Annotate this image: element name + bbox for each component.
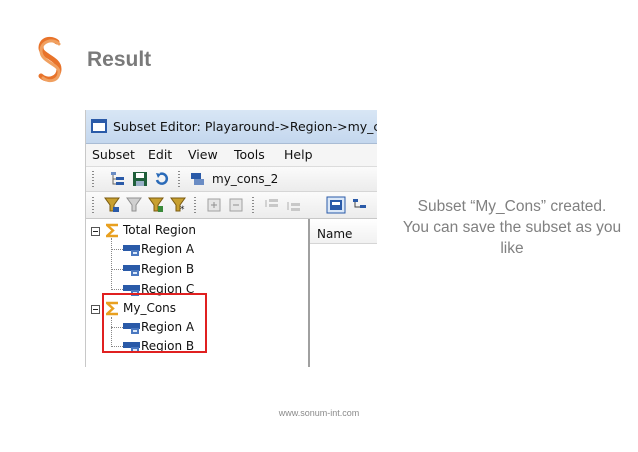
expand-icon[interactable] bbox=[206, 197, 222, 213]
menu-tools[interactable]: Tools bbox=[234, 147, 265, 162]
toolbar-grip[interactable] bbox=[252, 197, 254, 213]
window-titlebar: Subset Editor: Playaround->Region->my_co… bbox=[86, 110, 377, 144]
toolbar-grip[interactable] bbox=[194, 197, 196, 213]
element-icon bbox=[123, 245, 140, 256]
tree-node-label: Region A bbox=[141, 242, 195, 256]
caption-line: You can save the subset as you bbox=[402, 219, 622, 236]
tree-node-region-a[interactable]: Region A bbox=[86, 241, 306, 259]
refresh-icon[interactable] bbox=[154, 171, 170, 187]
tree-node-region-b[interactable]: Region B bbox=[86, 261, 306, 279]
menu-bar: Subset Edit View Tools Help bbox=[86, 144, 377, 167]
collapse-toggle-icon[interactable] bbox=[91, 305, 100, 314]
new-subset-highlight bbox=[102, 293, 207, 353]
tree-node-total-region[interactable]: Total Region bbox=[86, 222, 306, 240]
caption-line: like bbox=[500, 240, 524, 257]
sonum-logo-icon bbox=[38, 36, 62, 83]
hierarchy-icon[interactable] bbox=[352, 197, 368, 213]
filter-attribute-icon[interactable] bbox=[148, 197, 164, 213]
svg-text:*: * bbox=[180, 205, 185, 213]
slide-title: Result bbox=[87, 48, 152, 71]
move-down-icon[interactable] bbox=[286, 197, 302, 213]
menu-edit[interactable]: Edit bbox=[148, 147, 172, 162]
tree-node-label: Region B bbox=[141, 262, 195, 276]
toolbar-grip[interactable] bbox=[92, 197, 94, 213]
window-title: Subset Editor: Playaround->Region->my_co… bbox=[113, 119, 377, 134]
subset-icon bbox=[191, 173, 204, 185]
footer-url: www.sonum-int.com bbox=[278, 408, 360, 418]
slide-caption: Subset “My_Cons” created. You can save t… bbox=[390, 196, 634, 259]
subset-tree-icon[interactable] bbox=[110, 171, 126, 187]
subset-list-pane[interactable]: Name bbox=[310, 219, 377, 367]
menu-subset[interactable]: Subset bbox=[92, 147, 135, 162]
menu-view[interactable]: View bbox=[188, 147, 218, 162]
save-icon[interactable] bbox=[132, 171, 148, 187]
toolbar-bottom: * bbox=[86, 192, 377, 219]
toolbar-grip[interactable] bbox=[92, 171, 94, 187]
column-header-label: Name bbox=[317, 227, 353, 241]
element-icon bbox=[123, 265, 140, 276]
subset-editor-icon bbox=[91, 119, 107, 133]
filter-wildcard-icon[interactable]: * bbox=[170, 197, 186, 213]
collapse-icon[interactable] bbox=[228, 197, 244, 213]
column-header[interactable]: Name bbox=[310, 219, 377, 244]
filter-icon[interactable] bbox=[126, 197, 142, 213]
toggle-view-icon[interactable] bbox=[326, 196, 346, 214]
sigma-icon bbox=[106, 223, 118, 238]
filter-level-icon[interactable] bbox=[104, 197, 120, 213]
toolbar-grip[interactable] bbox=[178, 171, 180, 187]
tree-node-label: Total Region bbox=[123, 223, 196, 237]
caption-line: Subset “My_Cons” created. bbox=[417, 198, 607, 215]
move-up-icon[interactable] bbox=[264, 197, 280, 213]
collapse-toggle-icon[interactable] bbox=[91, 227, 100, 236]
toolbar-top: my_cons_2 bbox=[86, 167, 377, 192]
menu-help[interactable]: Help bbox=[284, 147, 313, 162]
subset-name[interactable]: my_cons_2 bbox=[212, 172, 278, 186]
